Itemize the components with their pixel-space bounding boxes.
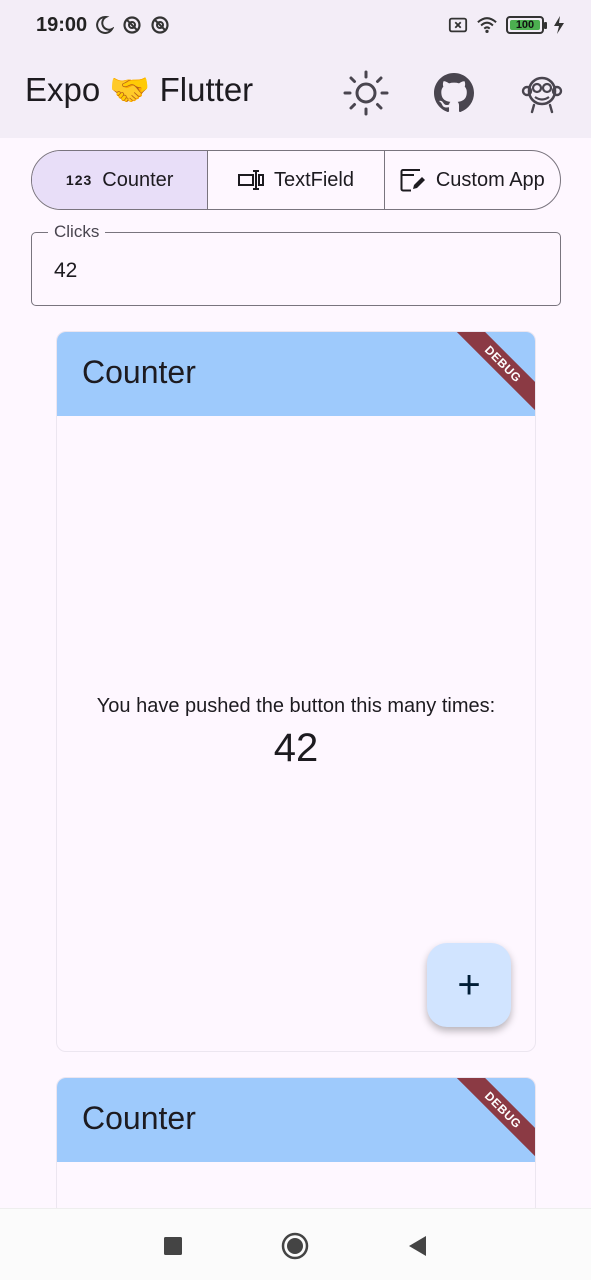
do-not-disturb-moon-icon bbox=[96, 15, 114, 34]
debug-banner: DEBUG bbox=[453, 332, 535, 414]
segment-custom-app[interactable]: Custom App bbox=[385, 151, 560, 209]
status-left-icons bbox=[94, 15, 170, 35]
counter-value: 42 bbox=[273, 726, 319, 770]
segment-custom-app-label: Custom App bbox=[435, 168, 545, 191]
flutter-counter-card: Counter DEBUG You have pushed the button… bbox=[56, 331, 536, 1052]
edit-window-icon bbox=[400, 169, 425, 192]
charging-bolt-icon bbox=[554, 16, 564, 34]
wifi-icon bbox=[477, 17, 497, 33]
card-title: Counter bbox=[82, 1100, 196, 1136]
clicks-field-label: Clicks bbox=[48, 222, 106, 242]
no-sim-icon bbox=[448, 17, 468, 33]
app-title: Expo 🤝 Flutter bbox=[25, 71, 254, 108]
sync-blocked-icon-2 bbox=[151, 16, 169, 34]
card-header: Counter DEBUG bbox=[57, 332, 535, 416]
recents-square-icon[interactable] bbox=[159, 1232, 187, 1260]
plus-icon: + bbox=[457, 962, 481, 1007]
battery-indicator: 100 bbox=[506, 16, 547, 34]
increment-button[interactable]: + bbox=[427, 943, 511, 1027]
segment-counter[interactable]: 123 Counter bbox=[32, 151, 209, 209]
numbers-icon: 123 bbox=[65, 172, 93, 188]
clicks-field-value: 42 bbox=[54, 259, 78, 282]
app-bar: Expo 🤝 Flutter bbox=[0, 52, 591, 138]
battery-level: 100 bbox=[515, 19, 535, 31]
theme-toggle-icon[interactable] bbox=[342, 69, 390, 117]
status-right-icons: 100 bbox=[448, 15, 565, 35]
dash-monkey-icon[interactable] bbox=[518, 69, 566, 117]
segment-counter-label: Counter bbox=[102, 168, 174, 191]
home-circle-icon[interactable] bbox=[281, 1232, 309, 1260]
status-time: 19:00 bbox=[36, 14, 88, 36]
back-triangle-icon[interactable] bbox=[403, 1232, 431, 1260]
clicks-field[interactable]: Clicks 42 bbox=[31, 222, 561, 306]
text-field-icon bbox=[237, 170, 264, 190]
segment-textfield[interactable]: TextField bbox=[208, 151, 385, 209]
system-navigation-bar bbox=[0, 1208, 591, 1280]
sync-blocked-icon bbox=[123, 16, 141, 34]
counter-message: You have pushed the button this many tim… bbox=[96, 695, 496, 717]
card-header: Counter DEBUG bbox=[57, 1078, 535, 1162]
card-body: You have pushed the button this many tim… bbox=[57, 416, 535, 1051]
segmented-control: 123 Counter TextField Custom App bbox=[31, 150, 561, 210]
status-bar: 19:00 100 bbox=[0, 0, 591, 52]
flutter-counter-card-2: Counter DEBUG bbox=[56, 1077, 536, 1217]
github-icon[interactable] bbox=[430, 69, 478, 117]
debug-banner: DEBUG bbox=[453, 1078, 535, 1160]
segment-textfield-label: TextField bbox=[273, 168, 354, 191]
card-title: Counter bbox=[82, 354, 196, 390]
